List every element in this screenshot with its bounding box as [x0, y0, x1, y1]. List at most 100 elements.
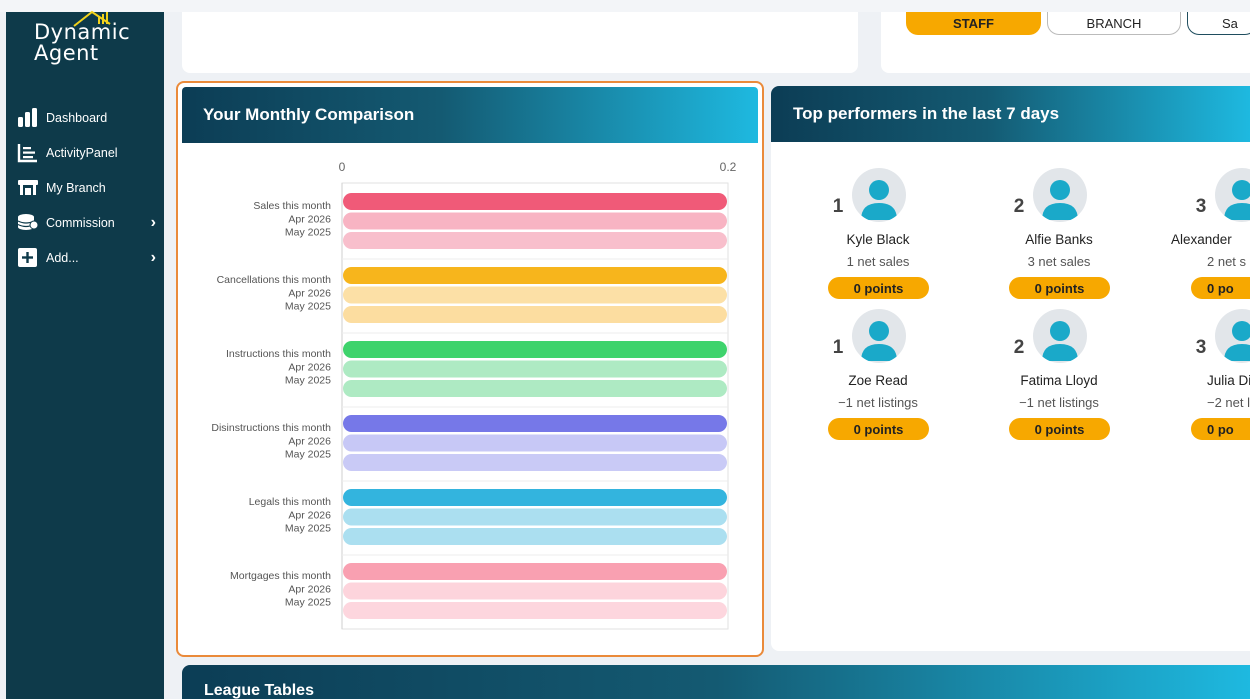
category-label: May 2025 [285, 523, 331, 535]
performer-rank: 1 [832, 196, 844, 217]
plot-area [341, 182, 729, 630]
view-toggle-card: STAFF BRANCH Sa [881, 12, 1250, 73]
x-tick-label: 0.2 [720, 160, 737, 174]
sidebar-nav: Dashboard ActivityPanel My Branch Commis… [16, 100, 164, 275]
performer-rank: 2 [1013, 337, 1025, 358]
logo[interactable]: Dynamic Agent [34, 10, 130, 65]
bar [343, 508, 727, 526]
roof-logo-icon [73, 10, 111, 27]
avatar [1033, 309, 1087, 363]
category-label: Disinstructions this month [211, 422, 331, 434]
avatar [852, 168, 906, 222]
category-label: Mortgages this month [230, 570, 331, 582]
bar [343, 306, 727, 323]
performer-stat: −2 net l [1207, 395, 1250, 410]
category-label: May 2025 [285, 227, 331, 239]
category-label: May 2025 [285, 597, 331, 609]
performers-header: Top performers in the last 7 days [771, 86, 1250, 142]
performers-title: Top performers in the last 7 days [793, 104, 1060, 123]
tab-staff[interactable]: STAFF [906, 12, 1041, 35]
bar [343, 341, 727, 358]
category-label: Apr 2026 [288, 213, 331, 225]
performer-card[interactable]: 2 Fatima Lloyd −1 net listings 0 points [1009, 309, 1159, 440]
performer-card[interactable]: 2 Alfie Banks 3 net sales 0 points [1009, 168, 1159, 299]
bar [343, 415, 727, 432]
sidebar: Dynamic Agent Dashboard ActivityPanel My… [6, 10, 164, 699]
bar [343, 286, 727, 304]
category-label: Sales this month [253, 200, 331, 212]
tab-branch[interactable]: BRANCH [1047, 12, 1181, 35]
sidebar-item-commission[interactable]: Commission › [16, 205, 164, 240]
sidebar-item-activitypanel[interactable]: ActivityPanel [16, 135, 164, 170]
monthly-comparison-card: Your Monthly Comparison 0 0.2 Sales this m… [176, 81, 764, 657]
bar [343, 193, 727, 210]
performer-rank: 3 [1195, 337, 1207, 358]
tab-third[interactable]: Sa [1187, 12, 1250, 35]
bar [343, 602, 727, 619]
avatar [1215, 309, 1250, 363]
performer-card[interactable]: 1 Kyle Black 1 net sales 0 points [828, 168, 978, 299]
plus-box-icon [16, 247, 40, 268]
category-label: Apr 2026 [288, 509, 331, 521]
points-badge: 0 points [828, 277, 929, 299]
top-strip [0, 0, 1250, 12]
avatar [1033, 168, 1087, 222]
bar [343, 232, 727, 249]
points-badge: 0 po [1191, 277, 1250, 299]
category-label: May 2025 [285, 375, 331, 387]
performer-stat: 3 net sales [1027, 254, 1091, 269]
bar [343, 489, 727, 506]
sidebar-item-my-branch[interactable]: My Branch [16, 170, 164, 205]
category-label: Legals this month [249, 496, 331, 508]
list-icon [16, 143, 40, 163]
sidebar-item-label: Dashboard [46, 110, 108, 125]
performer-name: Kyle Black [846, 232, 910, 247]
sidebar-item-add[interactable]: Add... › [16, 240, 164, 275]
performer-stat: 2 net s [1207, 254, 1247, 269]
avatar [852, 309, 906, 363]
league-title: League Tables [204, 682, 314, 699]
comparison-title: Your Monthly Comparison [203, 105, 415, 124]
bar [343, 360, 727, 378]
performer-stat: −1 net listings [838, 395, 918, 410]
comparison-chart: 0 0.2Sales this monthApr 2026May 2025Canc… [211, 160, 737, 630]
performer-card[interactable]: 1 Zoe Read −1 net listings 0 points [828, 309, 978, 440]
avatar [1215, 168, 1250, 222]
performer-card[interactable]: 3 Alexander 2 net s 0 po [1171, 168, 1250, 299]
performer-name: Zoe Read [848, 373, 908, 388]
performer-name: Alfie Banks [1025, 232, 1093, 247]
performer-rank: 1 [832, 337, 844, 358]
category-label: Apr 2026 [288, 583, 331, 595]
bar [343, 528, 727, 545]
category-label: Cancellations this month [217, 274, 332, 286]
performer-stat: −1 net listings [1019, 395, 1099, 410]
points-badge: 0 po [1191, 418, 1250, 440]
performer-name: Fatima Lloyd [1020, 373, 1098, 388]
performer-rank: 2 [1013, 196, 1025, 217]
points-badge: 0 points [1009, 277, 1110, 299]
category-label: May 2025 [285, 301, 331, 313]
category-label: Apr 2026 [288, 287, 331, 299]
performer-name: Julia Dic [1207, 373, 1250, 388]
bar [343, 434, 727, 452]
chevron-right-icon: › [150, 213, 156, 231]
category-label: Apr 2026 [288, 435, 331, 447]
league-tables-header: League Tables [182, 665, 1250, 699]
logo-line-2: Agent [34, 41, 99, 65]
sidebar-item-dashboard[interactable]: Dashboard [16, 100, 164, 135]
store-icon [16, 178, 40, 198]
top-performers-card: Top performers in the last 7 days 1 Kyle… [771, 86, 1250, 651]
sidebar-item-label: My Branch [46, 180, 106, 195]
category-label: Apr 2026 [288, 361, 331, 373]
performer-card[interactable]: 3 Julia Dic −2 net l 0 po [1191, 309, 1250, 440]
comparison-header: Your Monthly Comparison [182, 87, 758, 143]
bar [343, 563, 727, 580]
bar-chart-icon [16, 107, 40, 128]
bar [343, 582, 727, 600]
performer-name: Alexander [1171, 232, 1232, 247]
points-badge: 0 points [1009, 418, 1110, 440]
bar [343, 267, 727, 284]
x-tick-label: 0 [339, 160, 346, 174]
bar [343, 454, 727, 471]
bar [343, 212, 727, 230]
